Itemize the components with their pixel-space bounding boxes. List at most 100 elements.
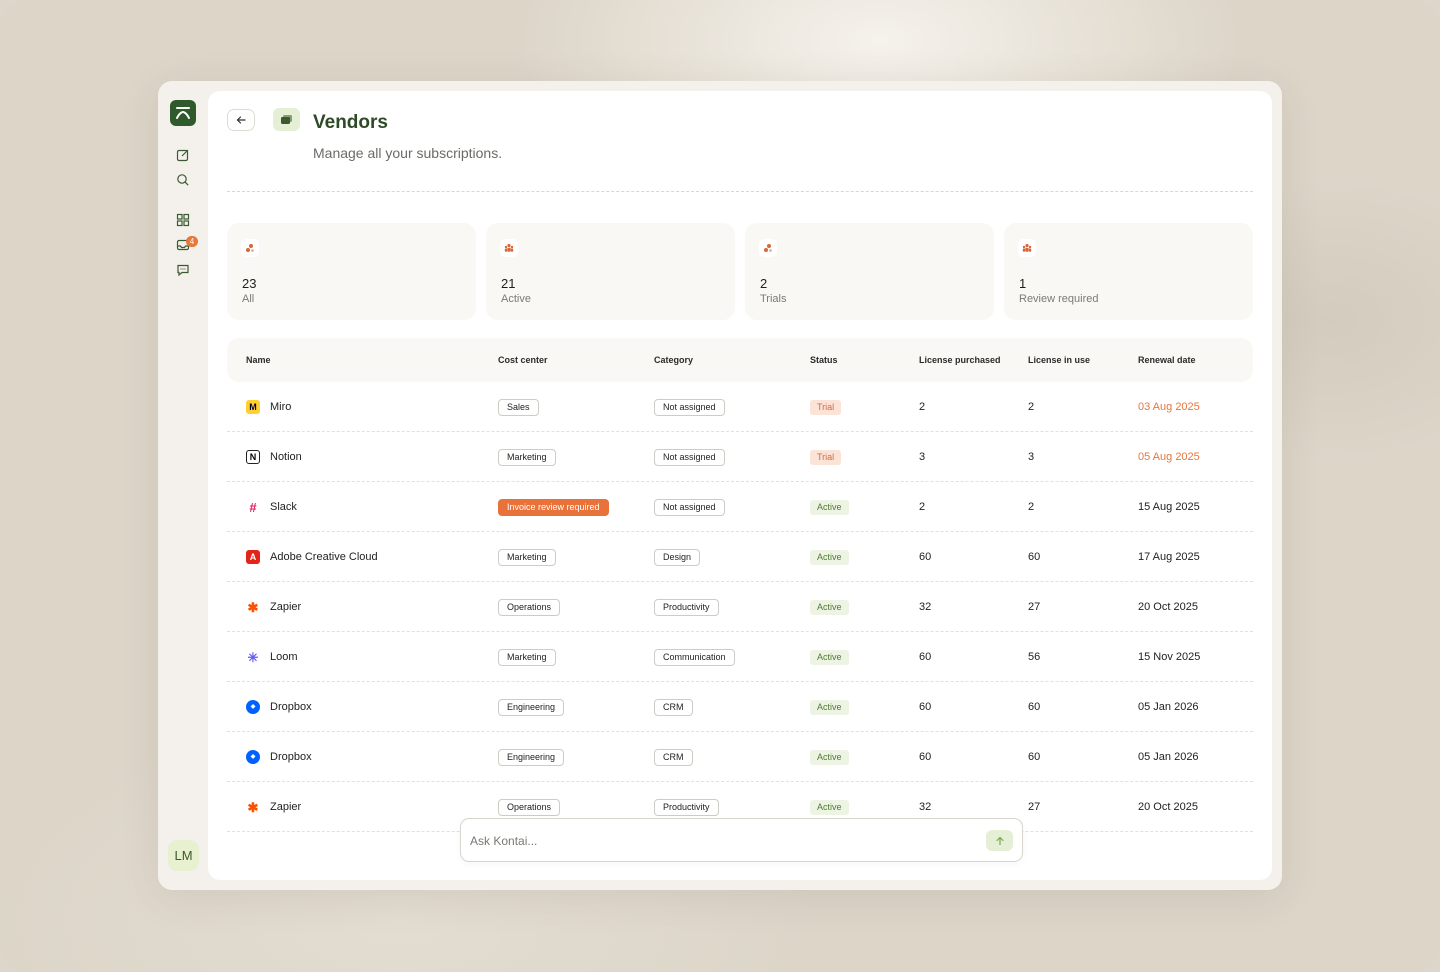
cell-cost-center: Marketing [498, 432, 556, 482]
cell-license-purchased: 32 [919, 601, 932, 613]
column-header-status[interactable]: Status [810, 338, 838, 382]
cost-center-tag[interactable]: Engineering [498, 698, 565, 716]
cell-renewal-date: 20 Oct 2025 [1138, 801, 1198, 813]
category-tag[interactable]: Productivity [654, 798, 719, 816]
cell-category: CRM [654, 732, 693, 782]
table-row[interactable]: # Slack Invoice review required Not assigne… [227, 482, 1253, 532]
search-icon[interactable] [175, 172, 191, 188]
cost-center-tag[interactable]: Engineering [498, 748, 565, 766]
table-row[interactable]: M Miro Sales Not assigned Trial 2 2 03 Aug 2025 [227, 382, 1253, 432]
sidebar: 4 LM [158, 81, 208, 890]
cell-name: ✳ Loom [246, 632, 298, 682]
status-badge: Active [810, 649, 849, 665]
arrow-left-icon [236, 116, 246, 124]
cell-status: Active [810, 532, 849, 582]
category-tag[interactable]: Communication [654, 648, 735, 666]
category-tag[interactable]: Not assigned [654, 498, 725, 516]
vendor-name[interactable]: Zapier [270, 801, 301, 813]
cost-center-tag[interactable]: Sales [498, 398, 539, 416]
vendor-name[interactable]: Adobe Creative Cloud [270, 551, 378, 563]
table-row[interactable]: ◆ Dropbox Engineering CRM Active 60 60 05 Jan 2… [227, 732, 1253, 782]
dashboard-icon[interactable] [175, 212, 191, 228]
back-button[interactable] [227, 109, 255, 131]
status-badge: Active [810, 499, 849, 515]
app-window: 4 LM Vendors Manage all your subscriptio… [158, 81, 1282, 890]
table-row[interactable]: ✳ Loom Marketing Communication Active 60 56 15 … [227, 632, 1253, 682]
column-header-category[interactable]: Category [654, 338, 693, 382]
cost-center-tag[interactable]: Invoice review required [498, 498, 609, 516]
stat-card-all[interactable]: 23 All [227, 223, 476, 320]
status-badge: Active [810, 599, 849, 615]
category-tag[interactable]: Not assigned [654, 398, 725, 416]
cell-status: Trial [810, 432, 842, 482]
vendor-name[interactable]: Zapier [270, 601, 301, 613]
vendor-name[interactable]: Dropbox [270, 701, 312, 713]
compose-icon[interactable] [175, 147, 191, 163]
category-tag[interactable]: CRM [654, 748, 693, 766]
cell-license-in-use: 2 [1028, 401, 1035, 413]
vendor-name[interactable]: Loom [270, 651, 298, 663]
cell-renewal-date: 20 Oct 2025 [1138, 601, 1198, 613]
column-header-license-in-use[interactable]: License in use [1028, 338, 1090, 382]
cell-name: ◆ Dropbox [246, 732, 312, 782]
cell-name: M Miro [246, 382, 291, 432]
table-row[interactable]: N Notion Marketing Not assigned Trial 3 3 05 Au… [227, 432, 1253, 482]
inbox-badge: 4 [186, 236, 198, 247]
column-header-renewal-date[interactable]: Renewal date [1138, 338, 1196, 382]
cost-center-tag[interactable]: Marketing [498, 448, 556, 466]
cell-category: Communication [654, 632, 735, 682]
status-badge: Trial [810, 399, 842, 415]
category-tag[interactable]: CRM [654, 698, 693, 716]
cell-category: CRM [654, 682, 693, 732]
stat-label: Active [501, 293, 531, 305]
vendor-name[interactable]: Dropbox [270, 751, 312, 763]
category-tag[interactable]: Not assigned [654, 448, 725, 466]
cost-center-tag[interactable]: Marketing [498, 548, 556, 566]
cell-name: A Adobe Creative Cloud [246, 532, 378, 582]
category-tag[interactable]: Design [654, 548, 701, 566]
cost-center-tag[interactable]: Marketing [498, 648, 556, 666]
column-header-license-purchased[interactable]: License purchased [919, 338, 1001, 382]
cell-license-in-use: 60 [1028, 701, 1041, 713]
stat-card-trials[interactable]: 2 Trials [745, 223, 994, 320]
app-logo-icon[interactable] [170, 100, 196, 126]
cell-status: Active [810, 732, 849, 782]
cell-cost-center: Invoice review required [498, 482, 609, 532]
status-badge: Active [810, 799, 849, 815]
table-row[interactable]: ◆ Dropbox Engineering CRM Active 60 60 05 Jan 2… [227, 682, 1253, 732]
cell-renewal-date: 03 Aug 2025 [1138, 401, 1200, 413]
chat-icon[interactable] [175, 262, 191, 278]
cell-license-purchased: 60 [919, 551, 932, 563]
cost-center-tag[interactable]: Operations [498, 598, 561, 616]
column-header-cost-center[interactable]: Cost center [498, 338, 548, 382]
cell-status: Active [810, 582, 849, 632]
dropbox-logo-icon: ◆ [246, 750, 260, 764]
notion-logo-icon: N [246, 450, 260, 464]
status-badge: Active [810, 549, 849, 565]
stat-count: 23 [242, 276, 257, 291]
vendor-name[interactable]: Slack [270, 501, 297, 513]
cell-name: ✱ Zapier [246, 782, 302, 832]
ask-input[interactable] [470, 830, 970, 852]
vendors-table: Name Cost center Category Status License… [227, 338, 1253, 832]
cell-name: N Notion [246, 432, 302, 482]
vendor-name[interactable]: Miro [270, 401, 291, 413]
vendor-name[interactable]: Notion [270, 451, 302, 463]
miro-logo-icon: M [246, 400, 260, 414]
page-subtitle: Manage all your subscriptions. [313, 145, 503, 161]
cell-license-purchased: 60 [919, 701, 932, 713]
header-divider [227, 191, 1253, 192]
column-header-name[interactable]: Name [246, 338, 271, 382]
cost-center-tag[interactable]: Operations [498, 798, 561, 816]
table-row[interactable]: ✱ Zapier Operations Productivity Active 32 27 2… [227, 582, 1253, 632]
send-button[interactable] [986, 830, 1013, 851]
cell-license-purchased: 3 [919, 451, 926, 463]
cell-status: Active [810, 682, 849, 732]
stat-count: 1 [1019, 276, 1027, 291]
stat-card-review-required[interactable]: 1 Review required [1004, 223, 1253, 320]
table-row[interactable]: A Adobe Creative Cloud Marketing Design Acti… [227, 532, 1253, 582]
stat-card-active[interactable]: 21 Active [486, 223, 735, 320]
user-avatar[interactable]: LM [168, 840, 199, 871]
category-tag[interactable]: Productivity [654, 598, 719, 616]
page-title: Vendors [313, 112, 388, 133]
